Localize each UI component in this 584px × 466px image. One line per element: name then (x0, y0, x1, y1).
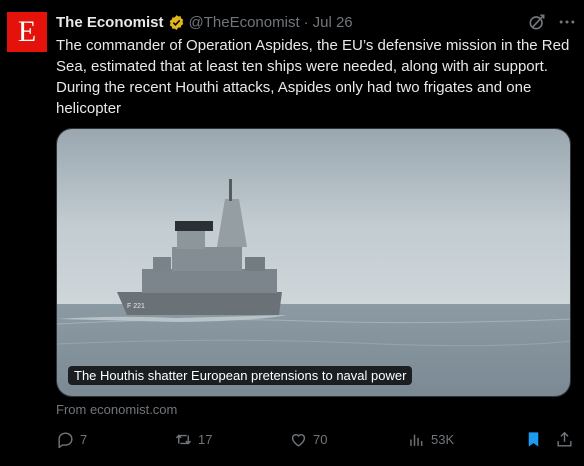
reply-button[interactable]: 7 (56, 430, 87, 449)
like-icon (291, 434, 306, 447)
card-caption: The Houthis shatter European pretensions… (68, 366, 413, 385)
card-source[interactable]: From economist.com (56, 402, 177, 417)
link-card[interactable]: F 221 The Houthis shatter European prete… (56, 128, 571, 397)
share-icon (557, 431, 572, 447)
views-button[interactable]: 53K (407, 430, 454, 449)
author-handle[interactable]: @TheEconomist (189, 14, 300, 31)
action-bar: 7 17 70 53K (56, 430, 576, 450)
avatar-letter: E (17, 15, 37, 48)
avatar[interactable]: E (7, 12, 47, 52)
grok-icon[interactable] (527, 12, 547, 32)
repost-count: 17 (198, 432, 213, 447)
author-name[interactable]: The Economist (56, 14, 164, 31)
tweet-text: The commander of Operation Aspides, the … (56, 37, 570, 117)
bookmark-icon (528, 432, 539, 447)
more-icon[interactable] (557, 12, 577, 32)
repost-button[interactable]: 17 (174, 430, 212, 449)
tweet[interactable]: E The Economist @TheEconomist · Jul 26 T… (0, 0, 584, 466)
repost-icon (175, 434, 192, 445)
tweet-date[interactable]: Jul 26 (313, 14, 353, 31)
like-button[interactable]: 70 (289, 430, 327, 449)
separator-dot: · (303, 13, 309, 31)
views-count: 53K (431, 432, 455, 447)
bookmark-button[interactable] (524, 430, 543, 449)
views-icon (410, 434, 423, 446)
verified-badge-icon[interactable] (168, 14, 185, 31)
card-image: F 221 (57, 129, 570, 396)
share-button[interactable] (555, 430, 574, 449)
tweet-header: The Economist @TheEconomist · Jul 26 (56, 12, 353, 32)
hull-number: F 221 (127, 303, 145, 310)
reply-count: 7 (80, 432, 88, 447)
reply-icon (58, 432, 73, 449)
like-count: 70 (313, 432, 328, 447)
